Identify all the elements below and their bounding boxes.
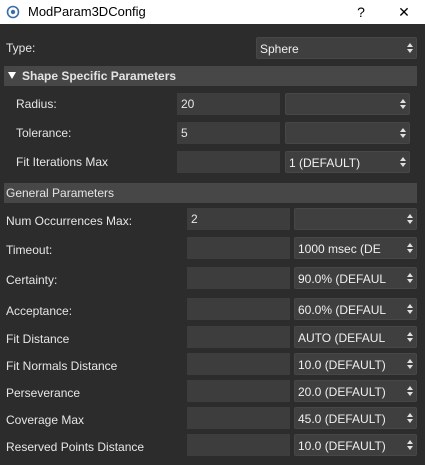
coverage-max-input[interactable]: [187, 407, 290, 429]
num-occurrences-max-label: Num Occurrences Max:: [6, 214, 133, 228]
tolerance-input[interactable]: 5: [177, 122, 280, 144]
fit-distance-option: AUTO (DEFAUL: [298, 331, 386, 345]
fit-normals-distance-input[interactable]: [187, 353, 290, 375]
shape-section-title: Shape Specific Parameters: [22, 69, 177, 83]
reserved-points-distance-label: Reserved Points Distance: [6, 440, 145, 454]
general-section-header: General Parameters: [4, 183, 417, 203]
type-select-value: Sphere: [260, 42, 299, 56]
fit-iterations-max-label: Fit Iterations Max: [16, 155, 109, 169]
timeout-option: 1000 msec (DE: [298, 242, 381, 256]
title-bar: ModParam3DConfig ? ✕: [0, 0, 425, 24]
window-title: ModParam3DConfig: [28, 4, 146, 19]
certainty-option: 90.0% (DEFAUL: [298, 272, 387, 286]
fit-iterations-max-select[interactable]: 1 (DEFAULT): [285, 151, 410, 173]
help-button[interactable]: ?: [349, 2, 373, 22]
radius-input[interactable]: 20: [177, 93, 280, 115]
type-select-arrow-icon: [404, 39, 414, 57]
certainty-select[interactable]: 90.0% (DEFAUL: [294, 267, 417, 289]
fit-distance-label: Fit Distance: [6, 332, 70, 346]
fit-distance-arrow-icon: [404, 328, 414, 346]
shape-section-header[interactable]: Shape Specific Parameters: [4, 66, 417, 86]
fit-iterations-max-input[interactable]: [177, 151, 280, 173]
radius-label: Radius:: [16, 97, 57, 111]
fit-normals-distance-option: 10.0 (DEFAULT): [298, 358, 386, 372]
reserved-points-distance-arrow-icon: [404, 436, 414, 454]
coverage-max-select[interactable]: 45.0 (DEFAULT): [294, 407, 417, 429]
timeout-label: Timeout:: [6, 243, 53, 257]
certainty-label: Certainty:: [6, 273, 58, 287]
num-occurrences-max-select[interactable]: [294, 208, 417, 230]
timeout-arrow-icon: [404, 239, 414, 257]
tolerance-unit-select[interactable]: [285, 122, 410, 144]
certainty-arrow-icon: [404, 269, 414, 287]
acceptance-option: 60.0% (DEFAUL: [298, 303, 387, 317]
fit-iterations-max-option: 1 (DEFAULT): [289, 156, 361, 170]
certainty-input[interactable]: [187, 267, 290, 289]
reserved-points-distance-option: 10.0 (DEFAULT): [298, 439, 386, 453]
perseverance-arrow-icon: [404, 382, 414, 400]
perseverance-select[interactable]: 20.0 (DEFAULT): [294, 380, 417, 402]
fit-normals-distance-select[interactable]: 10.0 (DEFAULT): [294, 353, 417, 375]
radius-unit-select[interactable]: [285, 93, 410, 115]
reserved-points-distance-select[interactable]: 10.0 (DEFAULT): [294, 434, 417, 456]
num-occurrences-max-value: 2: [191, 212, 198, 226]
type-select[interactable]: Sphere: [256, 37, 417, 59]
perseverance-label: Perseverance: [6, 386, 81, 400]
fit-distance-input[interactable]: [187, 326, 290, 348]
app-icon: [6, 5, 20, 19]
coverage-max-label: Coverage Max: [6, 413, 85, 427]
perseverance-option: 20.0 (DEFAULT): [298, 385, 386, 399]
acceptance-select[interactable]: 60.0% (DEFAUL: [294, 298, 417, 320]
coverage-max-option: 45.0 (DEFAULT): [298, 412, 386, 426]
radius-value: 20: [181, 97, 195, 111]
fit-iterations-max-arrow-icon: [397, 153, 407, 171]
tolerance-value: 5: [181, 126, 188, 140]
fit-distance-select[interactable]: AUTO (DEFAUL: [294, 326, 417, 348]
close-button[interactable]: ✕: [392, 2, 416, 22]
timeout-input[interactable]: [187, 237, 290, 259]
acceptance-label: Acceptance:: [6, 304, 73, 318]
collapse-triangle-icon[interactable]: [8, 72, 16, 79]
type-label: Type:: [6, 41, 36, 55]
dialog-content: Type: Sphere Shape Specific Parameters R…: [0, 24, 425, 465]
num-occurrences-max-input[interactable]: 2: [187, 208, 290, 230]
acceptance-input[interactable]: [187, 298, 290, 320]
timeout-select[interactable]: 1000 msec (DE: [294, 237, 417, 259]
tolerance-unit-arrow-icon: [397, 124, 407, 142]
fit-normals-distance-arrow-icon: [404, 355, 414, 373]
fit-normals-distance-label: Fit Normals Distance: [6, 359, 118, 373]
reserved-points-distance-input[interactable]: [187, 434, 290, 456]
radius-unit-arrow-icon: [397, 95, 407, 113]
tolerance-label: Tolerance:: [16, 126, 72, 140]
coverage-max-arrow-icon: [404, 409, 414, 427]
num-occurrences-max-arrow-icon: [404, 210, 414, 228]
acceptance-arrow-icon: [404, 300, 414, 318]
perseverance-input[interactable]: [187, 380, 290, 402]
general-section-title: General Parameters: [6, 186, 115, 200]
